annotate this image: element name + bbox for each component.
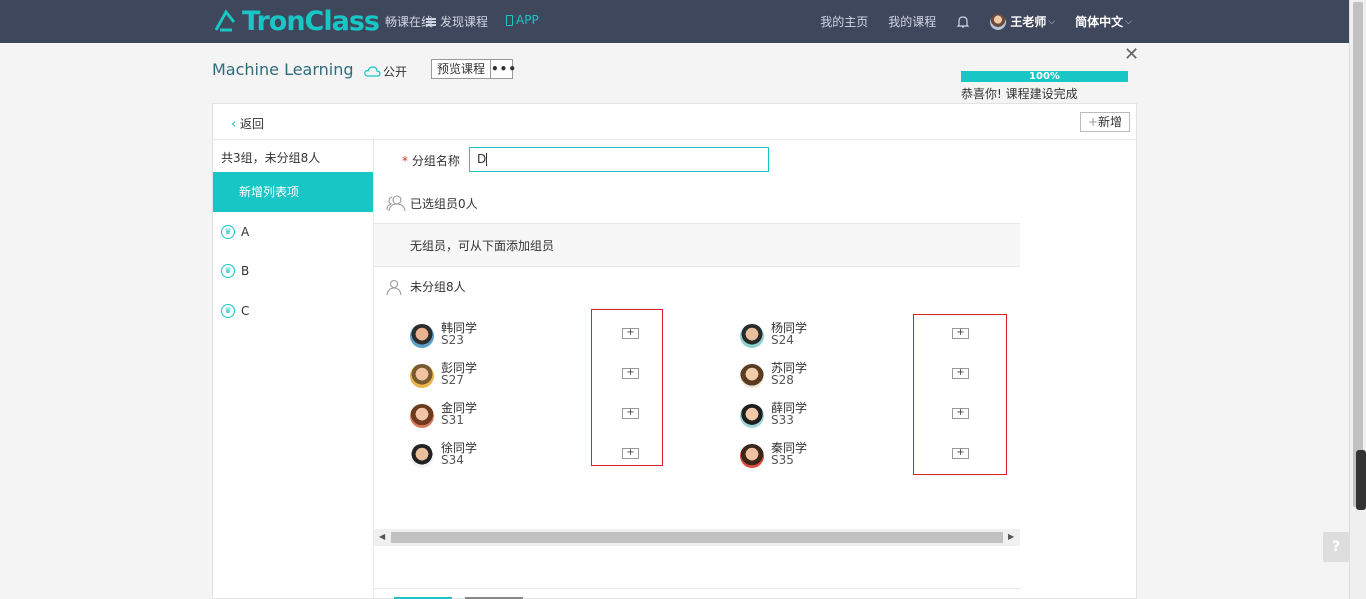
sidebar-item-label: C [241,304,250,318]
student-id: S23 [441,333,464,347]
app-label: APP [516,13,539,27]
group-name-input[interactable]: D [469,147,769,172]
avatar [990,13,1007,30]
user-name: 王老师 [1010,15,1047,29]
student-avatar [410,364,434,388]
student-item: 徐同学 S34 [410,442,477,468]
scroll-left-icon[interactable]: ◀ [379,532,385,541]
selected-members-label: 已选组员0人 [410,196,478,211]
group-summary: 共3组，未分组8人 [221,151,321,165]
chevron-down-icon: ⌵ [1048,16,1056,27]
student-item: 金同学 S31 [410,402,477,428]
student-id: S34 [441,453,464,467]
group-edit-panel: ‹ 返回 +新增 共3组，未分组8人 新增列表项 ♛ A ♛ B ♛ C * 分… [212,103,1137,599]
student-avatar [740,364,764,388]
student-id: S27 [441,373,464,387]
student-avatar [740,404,764,428]
person-icon [386,279,402,295]
student-avatar [740,444,764,468]
highlight-box-left [591,309,663,466]
preview-course-button[interactable]: 预览课程 [432,60,490,78]
group-list-sidebar: 共3组，未分组8人 新增列表项 ♛ A ♛ B ♛ C [213,140,374,598]
progress-message: 恭喜你! 课程建设完成 [961,87,1078,101]
student-avatar [410,324,434,348]
sidebar-item-new[interactable]: 新增列表项 [213,172,373,212]
student-id: S35 [771,453,794,467]
horizontal-scrollbar[interactable]: ◀ ▶ [374,529,1020,546]
preview-course-button-group: 预览课程 ••• [431,59,516,79]
top-navigation-bar: TronClass 畅课在线 发现课程 APP 我的主页 我的课程 王老师 ⌵ … [0,0,1349,43]
back-button[interactable]: ‹ 返回 [231,115,264,132]
bell-icon[interactable] [956,15,970,29]
student-avatar [740,324,764,348]
horizontal-scrollbar-thumb[interactable] [391,532,1003,543]
student-avatar [410,404,434,428]
course-title: Machine Learning [212,60,354,79]
logo[interactable]: TronClass 畅课在线 [212,5,433,37]
page-scrollbar-thumb[interactable] [1353,2,1363,507]
required-mark: * [402,154,408,168]
sidebar-item-a[interactable]: ♛ A [221,225,249,239]
student-item: 苏同学 S28 [740,362,807,388]
tronclass-logo-icon [214,9,236,32]
feedback-icon[interactable]: ? [1323,532,1349,562]
app-link[interactable]: APP [506,13,539,27]
my-courses-link[interactable]: 我的课程 [888,13,936,30]
group-name-label-text: 分组名称 [411,154,460,168]
visibility-label: 公开 [383,65,408,79]
student-id: S33 [771,413,794,427]
chevron-left-icon: ‹ [231,117,237,132]
add-button[interactable]: +新增 [1080,112,1130,132]
audio-meter-widget [1356,450,1366,510]
my-home-link[interactable]: 我的主页 [820,13,868,30]
divider [374,588,1020,589]
back-label: 返回 [240,117,265,131]
highlight-box-right [913,314,1007,475]
chevron-down-icon: ⌵ [1125,16,1132,27]
menu-icon [426,17,436,26]
text-cursor [486,153,488,166]
discover-courses-link[interactable]: 发现课程 [426,13,488,30]
visibility-status[interactable]: 公开 [364,63,407,80]
selected-members-header: 已选组员0人 [386,194,478,212]
ungrouped-label: 未分组8人 [410,280,466,294]
crown-icon: ♛ [221,264,235,278]
sidebar-item-b[interactable]: ♛ B [221,264,249,278]
sidebar-item-label: A [241,225,250,239]
student-item: 薛同学 S33 [740,402,807,428]
more-options-button[interactable]: ••• [490,60,516,78]
sidebar-item-c[interactable]: ♛ C [221,304,249,318]
student-id: S28 [771,373,794,387]
crown-icon: ♛ [221,304,235,318]
student-item: 秦同学 S35 [740,442,807,468]
student-id: S31 [441,413,464,427]
sidebar-item-label: B [241,264,250,278]
ungrouped-header: 未分组8人 [386,278,466,295]
plus-icon: + [1087,115,1099,129]
mobile-phone-icon [506,14,513,26]
close-icon[interactable]: ✕ [1124,46,1139,64]
student-avatar [410,444,434,468]
student-item: 彭同学 S27 [410,362,477,388]
language-label: 简体中文 [1075,15,1124,29]
user-menu[interactable]: 王老师 ⌵ [990,13,1055,30]
panel-header: ‹ 返回 +新增 [213,104,1136,140]
language-selector[interactable]: 简体中文 ⌵ [1075,13,1132,30]
people-icon [386,195,406,212]
cloud-icon [364,66,381,77]
discover-courses-label: 发现课程 [440,15,489,29]
group-form: * 分组名称 D 已选组员0人 无组员，可从下面添加组员 未分组8人 韩同学 S… [374,140,1020,598]
scroll-right-icon[interactable]: ▶ [1008,532,1014,541]
student-item: 杨同学 S24 [740,322,807,348]
student-item: 韩同学 S23 [410,322,477,348]
add-label: 新增 [1098,115,1123,129]
course-progress-bar: 100% [961,71,1128,82]
student-id: S24 [771,333,794,347]
crown-icon: ♛ [221,225,235,239]
group-name-label: * 分组名称 [402,152,460,169]
user-navigation: 我的主页 我的课程 王老师 ⌵ 简体中文 ⌵ [800,13,1132,30]
empty-members-message: 无组员，可从下面添加组员 [374,223,1020,267]
logo-text: TronClass [242,5,380,37]
group-name-value: D [477,152,487,166]
